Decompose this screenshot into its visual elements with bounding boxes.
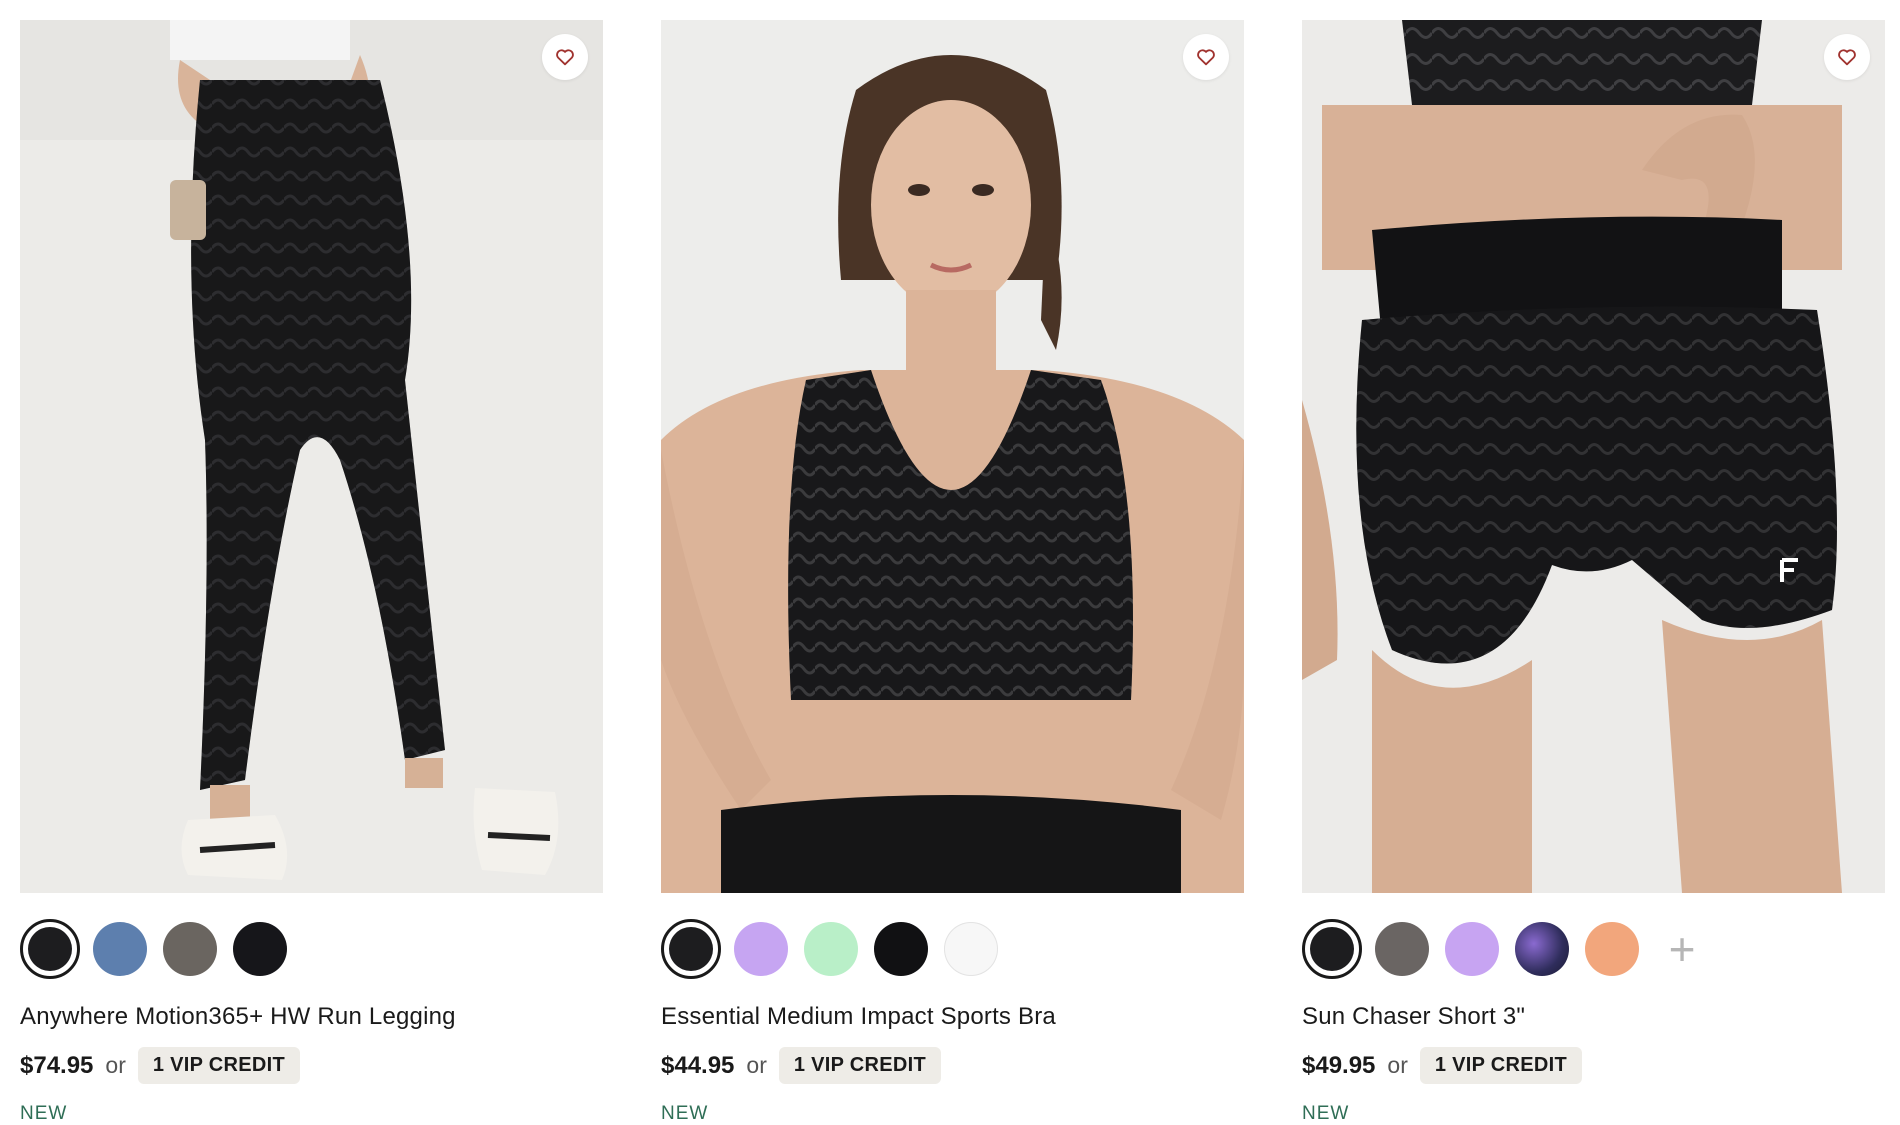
favorite-button[interactable] <box>542 34 588 80</box>
swatch-5[interactable] <box>1582 919 1642 979</box>
price-row: $44.95 or 1 VIP CREDIT <box>661 1047 942 1084</box>
product-card-legging[interactable]: Anywhere Motion365+ HW Run Legging $74.9… <box>20 20 603 1124</box>
product-name[interactable]: Essential Medium Impact Sports Bra <box>661 1003 1056 1031</box>
color-swatches <box>20 917 290 981</box>
swatch-2[interactable] <box>90 919 150 979</box>
product-grid: Anywhere Motion365+ HW Run Legging $74.9… <box>0 0 1900 1124</box>
color-swatches <box>661 917 1001 981</box>
legging-photo <box>20 20 603 893</box>
vip-credit-badge: 1 VIP CREDIT <box>1419 1047 1583 1084</box>
product-image-short[interactable] <box>1302 20 1885 893</box>
swatch-2[interactable] <box>731 919 791 979</box>
new-badge: NEW <box>661 1103 709 1124</box>
plus-icon[interactable]: + <box>1652 919 1712 979</box>
heart-outline-icon <box>556 49 574 66</box>
product-image-legging[interactable] <box>20 20 603 893</box>
product-card-sports-bra[interactable]: Essential Medium Impact Sports Bra $44.9… <box>661 20 1244 1124</box>
price-row: $74.95 or 1 VIP CREDIT <box>20 1047 301 1084</box>
product-price: $49.95 <box>1302 1051 1376 1079</box>
product-image-sports-bra[interactable] <box>661 20 1244 893</box>
favorite-button[interactable] <box>1183 34 1229 80</box>
new-badge: NEW <box>20 1103 68 1124</box>
product-price: $44.95 <box>661 1051 735 1079</box>
product-name[interactable]: Anywhere Motion365+ HW Run Legging <box>20 1003 456 1031</box>
product-card-short[interactable]: + Sun Chaser Short 3" $49.95 or 1 VIP CR… <box>1302 20 1885 1124</box>
swatch-4[interactable] <box>1512 919 1572 979</box>
price-row: $49.95 or 1 VIP CREDIT <box>1302 1047 1583 1084</box>
color-swatches: + <box>1302 917 1712 981</box>
swatch-5[interactable] <box>941 919 1001 979</box>
price-or: or <box>105 1052 126 1078</box>
swatch-3[interactable] <box>160 919 220 979</box>
short-photo <box>1302 20 1885 893</box>
swatch-1[interactable] <box>661 919 721 979</box>
heart-outline-icon <box>1197 49 1215 66</box>
heart-outline-icon <box>1838 49 1856 66</box>
swatch-2[interactable] <box>1372 919 1432 979</box>
swatch-3[interactable] <box>1442 919 1502 979</box>
vip-credit-badge: 1 VIP CREDIT <box>137 1047 301 1084</box>
swatch-1[interactable] <box>20 919 80 979</box>
price-or: or <box>746 1052 767 1078</box>
product-price: $74.95 <box>20 1051 94 1079</box>
swatch-1[interactable] <box>1302 919 1362 979</box>
sports-bra-photo <box>661 20 1244 893</box>
vip-credit-badge: 1 VIP CREDIT <box>778 1047 942 1084</box>
new-badge: NEW <box>1302 1103 1350 1124</box>
price-or: or <box>1387 1052 1408 1078</box>
favorite-button[interactable] <box>1824 34 1870 80</box>
swatch-4[interactable] <box>230 919 290 979</box>
product-name[interactable]: Sun Chaser Short 3" <box>1302 1003 1525 1031</box>
swatch-4[interactable] <box>871 919 931 979</box>
swatch-3[interactable] <box>801 919 861 979</box>
